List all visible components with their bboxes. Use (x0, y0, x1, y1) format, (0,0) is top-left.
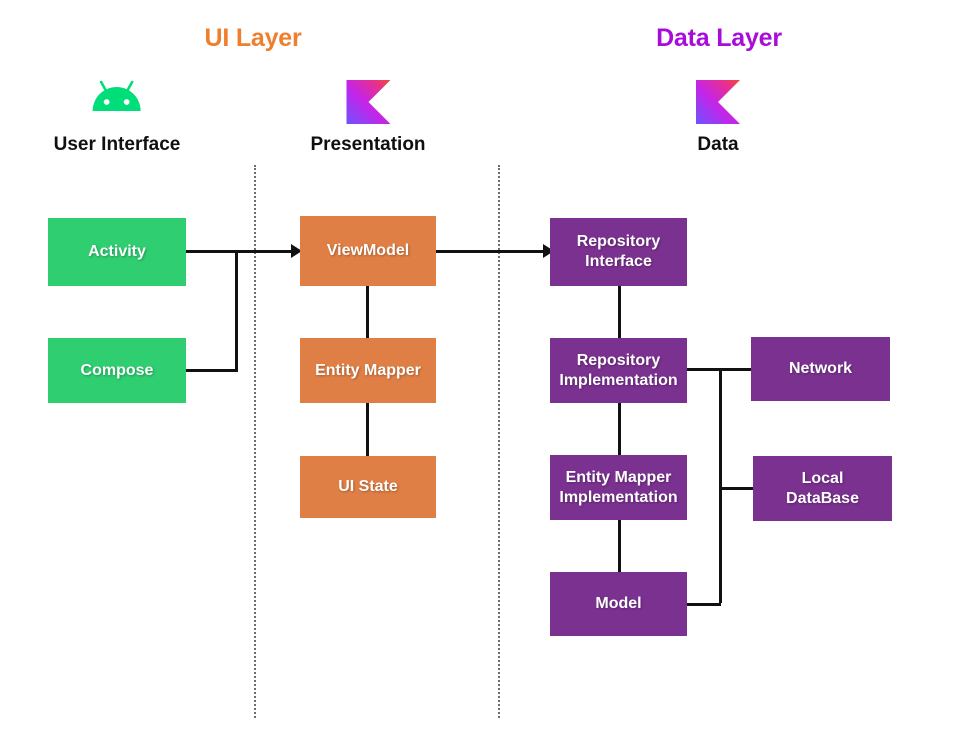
connector-repository-interface-to-repository-implementation (618, 286, 621, 338)
data-layer-title: Data Layer (656, 24, 782, 52)
ui-layer-title: UI Layer (204, 24, 302, 52)
android-logo-icon (54, 80, 181, 128)
column-divider-ui-presentation (254, 165, 256, 718)
node-entity-mapper[interactable]: Entity Mapper (300, 338, 436, 403)
connector-entity-mapper-implementation-to-model (618, 520, 621, 572)
architecture-diagram: UI Layer Data Layer User Interface Prese… (0, 0, 956, 729)
node-viewmodel[interactable]: ViewModel (300, 216, 436, 286)
connector-entity-mapper-to-ui-state (366, 403, 369, 458)
column-presentation: Presentation (310, 80, 426, 156)
node-entity-mapper-implementation[interactable]: Entity Mapper Implementation (550, 455, 687, 520)
connector-ui-merge-bus (235, 250, 238, 372)
node-compose[interactable]: Compose (48, 338, 186, 403)
column-label-user-interface: User Interface (53, 134, 181, 155)
node-local-database[interactable]: Local DataBase (753, 456, 892, 521)
node-repository-implementation[interactable]: Repository Implementation (550, 338, 687, 403)
column-divider-presentation-data (498, 165, 500, 718)
connector-ui-to-viewmodel (235, 250, 297, 253)
node-activity[interactable]: Activity (48, 218, 186, 286)
connector-bus-to-local-database (719, 487, 755, 490)
connector-viewmodel-to-entity-mapper (366, 286, 369, 338)
kotlin-logo-icon (310, 80, 425, 128)
connector-activity-to-viewmodel (186, 250, 238, 253)
node-network[interactable]: Network (751, 337, 890, 401)
connector-compose-to-bus (186, 369, 238, 372)
node-model[interactable]: Model (550, 572, 687, 636)
column-user-interface: User Interface (53, 80, 181, 156)
column-data: Data (696, 80, 740, 156)
connector-data-source-bus (719, 368, 722, 603)
kotlin-logo-icon (696, 80, 740, 128)
node-repository-interface[interactable]: Repository Interface (550, 218, 687, 286)
column-label-data: Data (697, 134, 739, 155)
connector-viewmodel-to-repository-interface (436, 250, 548, 253)
connector-model-to-bus (687, 603, 721, 606)
connector-repository-implementation-to-entity-mapper-implementation (618, 403, 621, 455)
column-label-presentation: Presentation (310, 134, 426, 155)
node-ui-state[interactable]: UI State (300, 456, 436, 518)
